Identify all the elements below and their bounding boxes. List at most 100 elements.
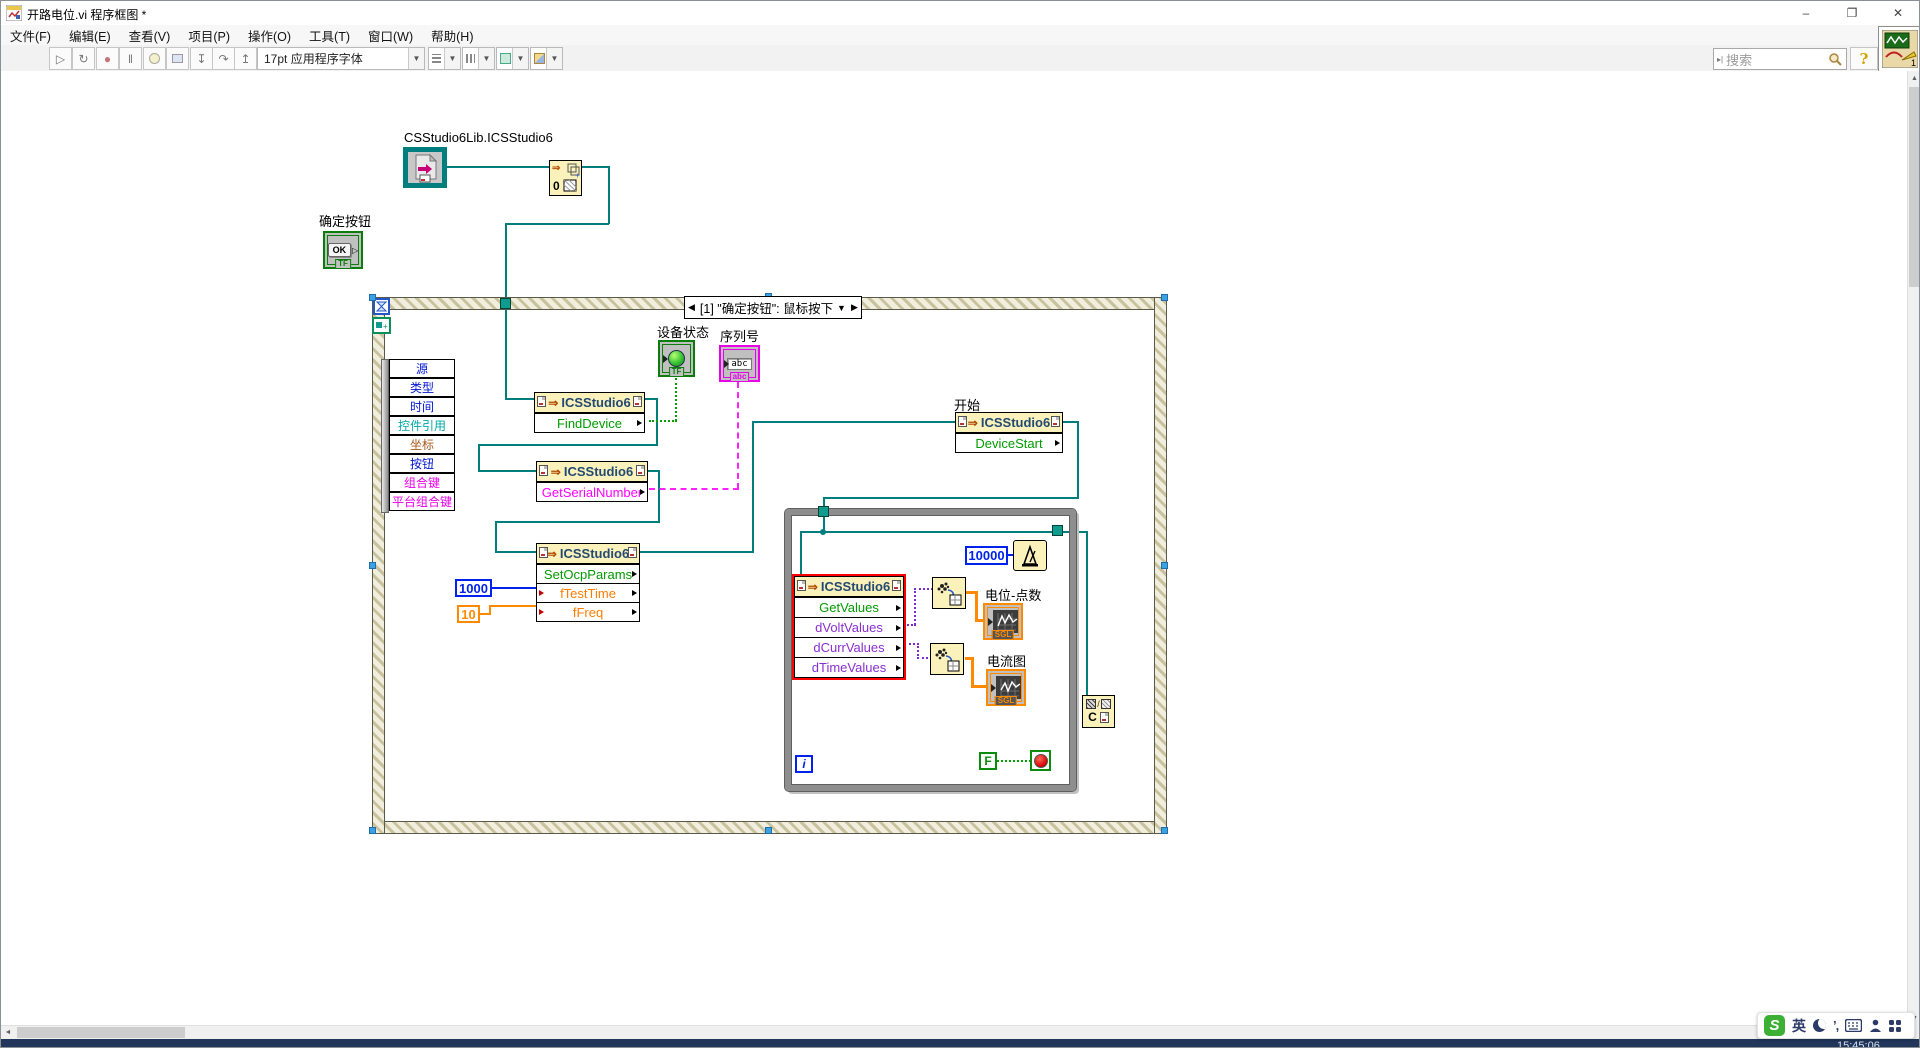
event-data-item[interactable]: 坐标	[389, 435, 455, 454]
param-dvoltvalues[interactable]: dVoltValues	[795, 617, 903, 637]
prev-case-icon[interactable]: ◀	[685, 297, 698, 318]
wire-ref[interactable]	[752, 421, 754, 553]
method-finddevice[interactable]: FindDevice	[535, 413, 644, 432]
param-dtimevalues[interactable]: dTimeValues	[795, 657, 903, 677]
wire-string[interactable]	[649, 488, 739, 490]
invoke-node-finddevice[interactable]: ⇒ ICSStudio6 FindDevice	[534, 392, 645, 433]
serial-number-label[interactable]: 序列号	[720, 326, 759, 345]
next-case-icon[interactable]: ▶	[848, 297, 861, 318]
selection-handle[interactable]	[1161, 562, 1168, 569]
wire-ref[interactable]	[478, 444, 658, 446]
selection-handle[interactable]	[765, 827, 772, 834]
fullhalf-width-icon[interactable]	[1813, 1019, 1826, 1032]
wire-ref[interactable]	[823, 497, 1079, 499]
curr-graph-terminal[interactable]: SGL	[986, 669, 1026, 706]
wire-ref[interactable]	[478, 470, 536, 472]
wire-ref[interactable]	[505, 398, 534, 400]
method-setocpparams[interactable]: SetOcpParams	[537, 564, 639, 583]
wire-ref[interactable]	[478, 444, 480, 471]
case-dropdown-icon[interactable]: ▼	[835, 297, 848, 318]
event-data-item[interactable]: 组合键	[389, 473, 455, 492]
constant-freq[interactable]: 10	[457, 605, 480, 623]
punctuation-icon[interactable]: ’,	[1833, 1018, 1838, 1033]
wire-ref[interactable]	[1077, 421, 1079, 499]
dotnet-constructor-node[interactable]	[403, 147, 447, 188]
event-case-selector[interactable]: ◀ [1] "确定按钮": 鼠标按下 ▼ ▶	[684, 296, 862, 319]
loop-condition-terminal[interactable]	[1030, 750, 1051, 771]
loop-tunnel[interactable]	[818, 506, 829, 517]
wait-ms-node[interactable]	[1013, 540, 1047, 571]
dotnet-array-convert-node[interactable]	[932, 577, 966, 609]
keyboard-icon[interactable]	[1845, 1019, 1862, 1032]
horizontal-scroll-thumb[interactable]	[17, 1027, 185, 1038]
invoke-node-devicestart[interactable]: ⇒ ICSStudio6 DeviceStart	[955, 412, 1063, 453]
windows-taskbar[interactable]: 15:45:06	[1, 1039, 1920, 1048]
selection-handle[interactable]	[369, 827, 376, 834]
method-getserialnumber[interactable]: GetSerialNumber	[537, 482, 647, 501]
wire-ref[interactable]	[640, 551, 754, 553]
user-icon[interactable]	[1869, 1019, 1882, 1032]
wire-ref[interactable]	[505, 223, 507, 399]
wire-ref[interactable]	[495, 521, 660, 523]
event-data-item[interactable]: 按钮	[389, 454, 455, 473]
device-status-label[interactable]: 设备状态	[657, 322, 709, 341]
wire-ref[interactable]	[495, 521, 497, 552]
invoke-node-setocpparams[interactable]: ⇒ ICSStudio6 SetOcpParams fTestTime fFre…	[536, 543, 640, 622]
vertical-scrollbar[interactable]: ▲ ▼	[1907, 71, 1920, 1025]
invoke-node-getvalues[interactable]: ⇒ ICSStudio6 GetValues dVoltValues dCurr…	[794, 576, 904, 678]
close-reference-node[interactable]: / C	[1082, 695, 1115, 728]
scroll-left-icon[interactable]: ◄	[1, 1026, 15, 1039]
loop-iteration-terminal[interactable]: i	[795, 755, 813, 773]
param-ftesttime[interactable]: fTestTime	[537, 583, 639, 602]
ok-button-label[interactable]: 确定按钮	[319, 211, 371, 230]
dynamic-event-terminal-icon[interactable]: +	[372, 317, 391, 334]
wire-ref[interactable]	[1086, 531, 1088, 695]
event-data-item[interactable]: 类型	[389, 378, 455, 397]
vertical-scroll-thumb[interactable]	[1909, 87, 1920, 287]
sogou-logo-icon[interactable]: S	[1764, 1015, 1785, 1036]
ok-button-terminal[interactable]: OK ▷ TF	[323, 231, 363, 269]
wire-string[interactable]	[737, 382, 739, 489]
loop-tunnel[interactable]	[1052, 525, 1063, 536]
dotnet-object-array-node[interactable]: ⇒ 0 +	[549, 160, 582, 196]
horizontal-scrollbar[interactable]: ◄ ►	[1, 1025, 1907, 1040]
event-tunnel[interactable]	[500, 298, 511, 309]
wire-ref[interactable]	[752, 421, 955, 423]
serial-number-terminal[interactable]: abc abc	[719, 345, 760, 382]
wire-ref[interactable]	[658, 470, 660, 523]
wire-boolean[interactable]	[649, 420, 677, 422]
device-status-led-terminal[interactable]: TF	[658, 340, 695, 377]
selection-handle[interactable]	[369, 562, 376, 569]
selection-handle[interactable]	[369, 294, 376, 301]
invoke-node-getserialnumber[interactable]: ⇒ ICSStudio6 GetSerialNumber	[536, 461, 648, 502]
wire-ref[interactable]	[505, 223, 609, 225]
input-method-toolbar[interactable]: S 英 ’,	[1757, 1012, 1915, 1039]
language-toggle[interactable]: 英	[1792, 1016, 1806, 1036]
param-ffreq[interactable]: fFreq	[537, 602, 639, 621]
toolbox-grid-icon[interactable]	[1889, 1020, 1901, 1032]
constant-wait-ms[interactable]: 10000	[965, 546, 1008, 565]
constant-testtime[interactable]: 1000	[455, 579, 492, 597]
constructor-label[interactable]: CSStudio6Lib.ICSStudio6	[404, 130, 553, 145]
block-diagram-canvas[interactable]: ◀ [1] "确定按钮": 鼠标按下 ▼ ▶ + 源 类型 时间 控件引用 坐标…	[1, 71, 1907, 1025]
volt-graph-label[interactable]: 电位-点数	[985, 585, 1041, 604]
selection-handle[interactable]	[1161, 294, 1168, 301]
false-constant[interactable]: F	[979, 752, 997, 770]
wire-ref[interactable]	[608, 166, 610, 224]
selection-handle[interactable]	[1161, 827, 1168, 834]
event-data-node-bar[interactable]	[381, 359, 389, 513]
wire-ref[interactable]	[495, 551, 536, 553]
event-data-item[interactable]: 平台组合键	[389, 492, 455, 511]
wire-numeric[interactable]	[491, 587, 536, 589]
volt-graph-terminal[interactable]: SGL	[983, 603, 1023, 640]
event-data-item[interactable]: 控件引用	[389, 416, 455, 435]
wire-numeric[interactable]	[489, 605, 537, 607]
method-devicestart[interactable]: DeviceStart	[956, 433, 1062, 452]
wire-boolean[interactable]	[675, 378, 677, 421]
param-dcurrvalues[interactable]: dCurrValues	[795, 637, 903, 657]
dotnet-array-convert-node[interactable]	[930, 643, 964, 675]
event-data-item[interactable]: 时间	[389, 397, 455, 416]
method-getvalues[interactable]: GetValues	[795, 597, 903, 617]
curr-graph-label[interactable]: 电流图	[987, 651, 1026, 670]
wire-ref[interactable]	[446, 166, 609, 168]
